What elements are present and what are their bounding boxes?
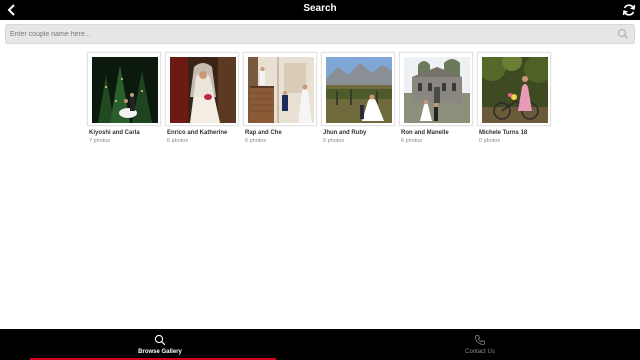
gallery-photo-count: 6 photos bbox=[245, 138, 267, 144]
gallery-name: Jhun and Ruby bbox=[323, 130, 367, 136]
tab-label: Contact Us bbox=[465, 349, 495, 355]
gallery-photo bbox=[170, 57, 236, 123]
gallery-name: Enrico and Katherine bbox=[167, 130, 228, 136]
search-bar bbox=[5, 24, 635, 44]
gallery-photo bbox=[404, 57, 470, 123]
gallery-thumbnail[interactable] bbox=[87, 52, 161, 126]
gallery-name: Rap and Che bbox=[245, 130, 282, 136]
gallery-card[interactable]: Ron and Manelle 6 photos bbox=[399, 52, 473, 152]
top-bar: Search bbox=[0, 0, 640, 20]
tab-contact-us[interactable]: Contact Us bbox=[320, 329, 640, 360]
gallery-card[interactable]: Kiyoshi and Carla 7 photos bbox=[87, 52, 161, 152]
gallery-photo bbox=[326, 57, 392, 123]
gallery-photo-count: 6 photos bbox=[401, 138, 423, 144]
refresh-icon[interactable] bbox=[622, 3, 636, 17]
gallery-name: Michele Turns 18 bbox=[479, 130, 528, 136]
tab-browse-gallery[interactable]: Browse Gallery bbox=[0, 329, 320, 360]
gallery-card[interactable]: Jhun and Ruby 5 photos bbox=[321, 52, 395, 152]
gallery-thumbnail[interactable] bbox=[321, 52, 395, 126]
tab-label: Browse Gallery bbox=[138, 349, 182, 355]
search-input[interactable] bbox=[10, 27, 610, 41]
search-icon bbox=[154, 334, 166, 346]
gallery-thumbnail[interactable] bbox=[243, 52, 317, 126]
gallery-card[interactable]: Enrico and Katherine 6 photos bbox=[165, 52, 239, 152]
gallery-photo bbox=[248, 57, 314, 123]
gallery-photo bbox=[482, 57, 548, 123]
phone-icon bbox=[475, 335, 485, 345]
gallery-photo-count: 5 photos bbox=[323, 138, 345, 144]
gallery-name: Ron and Manelle bbox=[401, 130, 449, 136]
gallery-photo bbox=[92, 57, 158, 123]
gallery-card[interactable]: Rap and Che 6 photos bbox=[243, 52, 317, 152]
search-icon[interactable] bbox=[617, 28, 629, 40]
gallery-card[interactable]: Michele Turns 18 0 photos bbox=[477, 52, 551, 152]
gallery-photo-count: 0 photos bbox=[479, 138, 501, 144]
gallery-photo-count: 6 photos bbox=[167, 138, 189, 144]
page-title: Search bbox=[303, 3, 337, 14]
gallery-grid: Kiyoshi and Carla 7 photos Enrico and Ka… bbox=[87, 52, 567, 152]
bottom-tab-bar: Browse Gallery Contact Us bbox=[0, 329, 640, 360]
gallery-thumbnail[interactable] bbox=[165, 52, 239, 126]
gallery-name: Kiyoshi and Carla bbox=[89, 130, 140, 136]
gallery-thumbnail[interactable] bbox=[399, 52, 473, 126]
gallery-thumbnail[interactable] bbox=[477, 52, 551, 126]
gallery-photo-count: 7 photos bbox=[89, 138, 111, 144]
